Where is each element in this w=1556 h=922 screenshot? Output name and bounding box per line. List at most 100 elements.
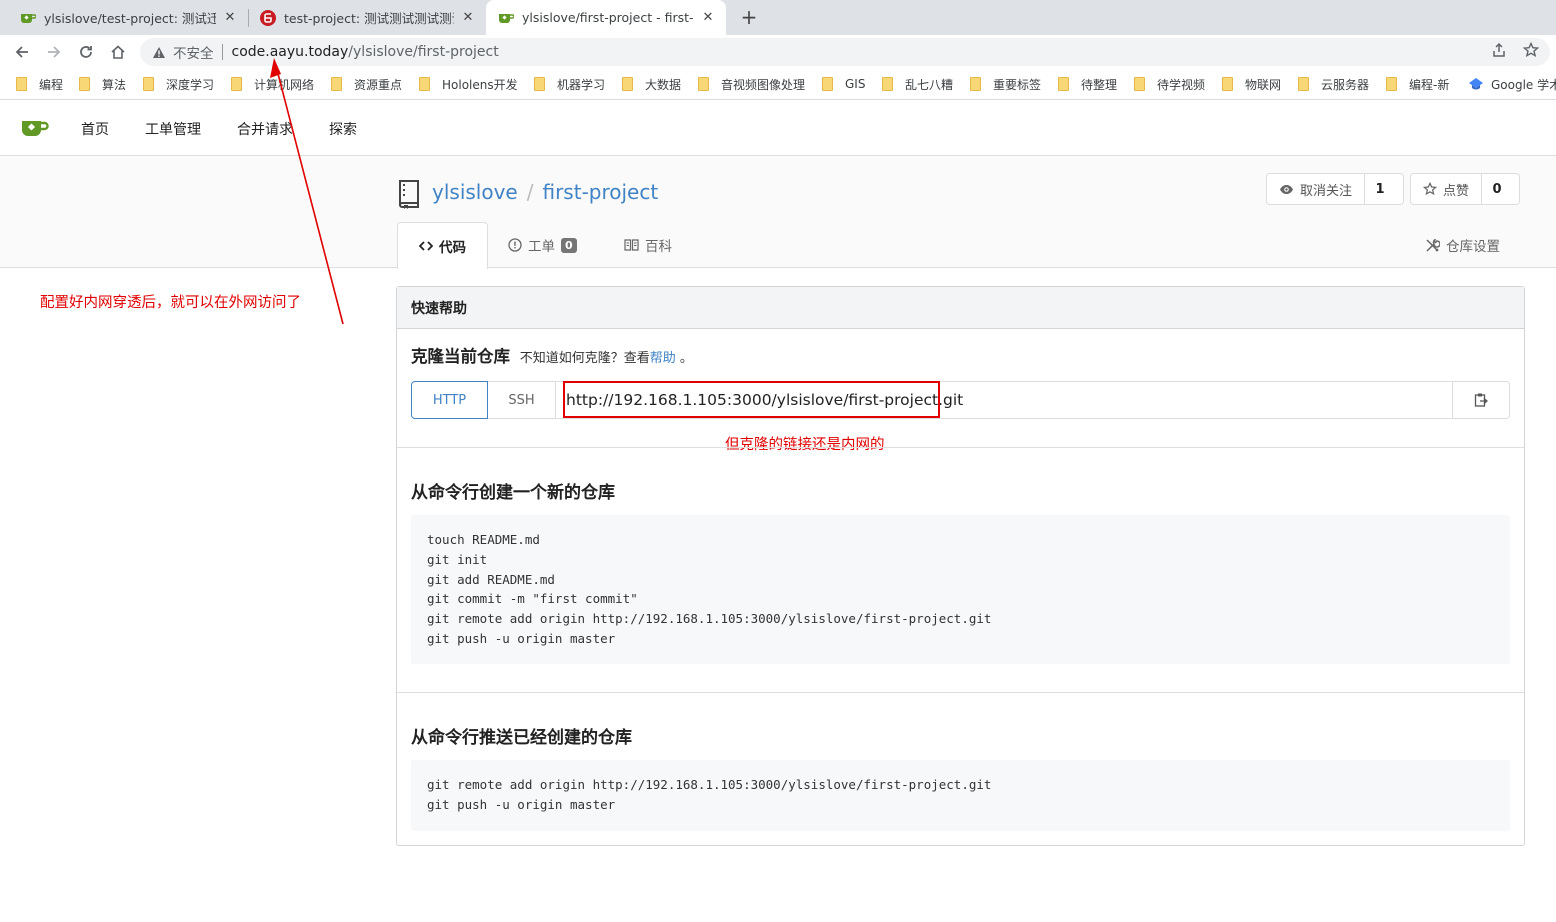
gitea-logo-icon xyxy=(22,121,49,136)
ssh-protocol-button[interactable]: SSH xyxy=(488,382,556,418)
repo-title-separator: / xyxy=(526,180,534,204)
folder-icon xyxy=(822,77,833,91)
bookmark-folder[interactable]: Hololens开发 xyxy=(419,75,518,93)
clone-section: 克隆当前仓库 不知道如何克隆？查看帮助 。 HTTP SSH http://19… xyxy=(397,329,1524,453)
nav-pull-requests[interactable]: 合并请求 xyxy=(237,119,293,139)
star-button-group: 点赞 0 xyxy=(1410,173,1520,205)
tab-title: test-project: 测试测试测试测试测 xyxy=(284,11,454,26)
close-icon[interactable]: ✕ xyxy=(460,10,476,25)
nav-explore[interactable]: 探索 xyxy=(329,119,357,139)
gitea-tea-icon xyxy=(20,10,36,26)
folder-icon xyxy=(1058,77,1069,91)
repo-owner-link[interactable]: ylsislove xyxy=(432,180,518,204)
code-icon xyxy=(419,241,433,251)
browser-tab-3-active[interactable]: ylsislove/first-project - first-pr ✕ xyxy=(486,0,726,35)
address-divider xyxy=(221,44,223,60)
folder-icon xyxy=(1386,77,1397,91)
bookmark-star-button[interactable] xyxy=(1522,41,1540,59)
folder-icon xyxy=(970,77,981,91)
folder-icon xyxy=(16,77,27,91)
new-tab-button[interactable]: + xyxy=(737,4,761,30)
bookmark-folder[interactable]: 编程 xyxy=(16,75,63,93)
eye-icon xyxy=(1280,184,1293,194)
nav-home[interactable]: 首页 xyxy=(81,119,109,139)
clone-help-link[interactable]: 帮助 xyxy=(650,351,676,366)
watch-button-group: 取消关注 1 xyxy=(1266,173,1404,205)
new-repo-code-block[interactable]: touch README.md git init git add README.… xyxy=(411,515,1510,664)
gitea-tea-icon xyxy=(498,10,514,26)
bookmark-folder[interactable]: 编程-新 xyxy=(1386,75,1449,93)
forward-button[interactable] xyxy=(43,41,65,63)
bookmark-google-scholar[interactable]: Google 学术 xyxy=(1468,75,1556,93)
bookmark-folder[interactable]: 计算机网络 xyxy=(231,75,314,93)
folder-icon xyxy=(231,77,242,91)
repo-header: ylsislove / first-project 取消关注 1 点赞 0 代码 工… xyxy=(0,156,1556,269)
book-icon xyxy=(624,239,639,251)
push-existing-code-block[interactable]: git remote add origin http://192.168.1.1… xyxy=(411,760,1510,831)
browser-tab-2[interactable]: test-project: 测试测试测试测试测 ✕ xyxy=(248,0,486,35)
bookmark-folder[interactable]: 待学视频 xyxy=(1134,75,1205,93)
http-protocol-button[interactable]: HTTP xyxy=(411,381,488,419)
issues-count-badge: 0 xyxy=(561,237,577,253)
home-icon xyxy=(111,45,125,59)
folder-icon xyxy=(882,77,893,91)
bookmark-folder[interactable]: 机器学习 xyxy=(534,75,605,93)
tab-title: ylsislove/first-project - first-pr xyxy=(522,10,694,25)
folder-icon xyxy=(79,77,90,91)
section-divider xyxy=(397,447,1524,448)
tools-icon xyxy=(1426,238,1440,252)
tab-wiki[interactable]: 百科 xyxy=(624,222,672,268)
unwatch-button[interactable]: 取消关注 xyxy=(1267,174,1366,204)
bookmark-folder[interactable]: 云服务器 xyxy=(1298,75,1369,93)
quick-help-panel: 快速帮助 克隆当前仓库 不知道如何克隆？查看帮助 。 HTTP SSH http… xyxy=(396,286,1525,846)
bookmark-folder[interactable]: 音视频图像处理 xyxy=(698,75,805,93)
star-button[interactable]: 点赞 xyxy=(1411,174,1483,204)
issue-opened-icon xyxy=(508,238,522,252)
tab-code[interactable]: 代码 xyxy=(397,222,488,269)
section-divider xyxy=(397,692,1524,693)
clipboard-icon xyxy=(1474,393,1488,407)
nav-issues[interactable]: 工单管理 xyxy=(145,119,201,139)
repo-title: ylsislove / first-project xyxy=(432,180,658,204)
tab-settings[interactable]: 仓库设置 xyxy=(1425,222,1500,268)
folder-icon xyxy=(1298,77,1309,91)
share-button[interactable] xyxy=(1490,41,1508,59)
url-path: /ylsislove/first-project xyxy=(348,44,499,60)
star-outline-icon xyxy=(1523,42,1539,57)
tab-issues[interactable]: 工单 0 xyxy=(508,222,577,268)
bookmark-folder[interactable]: 资源重点 xyxy=(331,75,402,93)
clone-url-field[interactable]: http://192.168.1.105:3000/ylsislove/firs… xyxy=(556,381,1452,418)
star-count[interactable]: 0 xyxy=(1482,174,1512,204)
bookmark-folder[interactable]: 物联网 xyxy=(1222,75,1281,93)
close-icon[interactable]: ✕ xyxy=(700,10,716,25)
star-label: 点赞 xyxy=(1443,183,1470,199)
back-button[interactable] xyxy=(11,41,33,63)
quick-help-title: 快速帮助 xyxy=(397,287,1524,329)
browser-tab-1[interactable]: ylsislove/test-project: 测试迁移 ✕ xyxy=(8,0,248,35)
copy-url-button[interactable] xyxy=(1452,382,1509,418)
gitee-icon xyxy=(260,9,276,26)
address-bar[interactable]: 不安全 code.aayu.today/ylsislove/first-proj… xyxy=(140,38,1550,66)
folder-icon xyxy=(1222,77,1233,91)
warning-icon[interactable] xyxy=(151,44,167,60)
folder-icon xyxy=(698,77,709,91)
bookmark-folder[interactable]: 算法 xyxy=(79,75,126,93)
close-icon[interactable]: ✕ xyxy=(222,10,238,25)
security-label: 不安全 xyxy=(173,46,214,62)
clone-url-bar: HTTP SSH http://192.168.1.105:3000/ylsis… xyxy=(411,381,1510,419)
bookmark-folder[interactable]: GIS xyxy=(822,75,865,93)
reload-button[interactable] xyxy=(75,41,97,63)
gitea-logo[interactable] xyxy=(21,118,49,142)
clone-hint: 不知道如何克隆？查看帮助 。 xyxy=(519,351,693,366)
folder-icon xyxy=(534,77,545,91)
repo-name-link[interactable]: first-project xyxy=(542,180,658,204)
folder-icon xyxy=(419,77,430,91)
bookmark-folder[interactable]: 大数据 xyxy=(622,75,681,93)
bookmark-folder[interactable]: 待整理 xyxy=(1058,75,1117,93)
bookmark-folder[interactable]: 乱七八糟 xyxy=(882,75,953,93)
home-button[interactable] xyxy=(107,41,129,63)
watch-count[interactable]: 1 xyxy=(1365,174,1395,204)
clone-heading: 克隆当前仓库 不知道如何克隆？查看帮助 。 xyxy=(411,347,693,366)
bookmark-folder[interactable]: 深度学习 xyxy=(143,75,214,93)
bookmark-folder[interactable]: 重要标签 xyxy=(970,75,1041,93)
